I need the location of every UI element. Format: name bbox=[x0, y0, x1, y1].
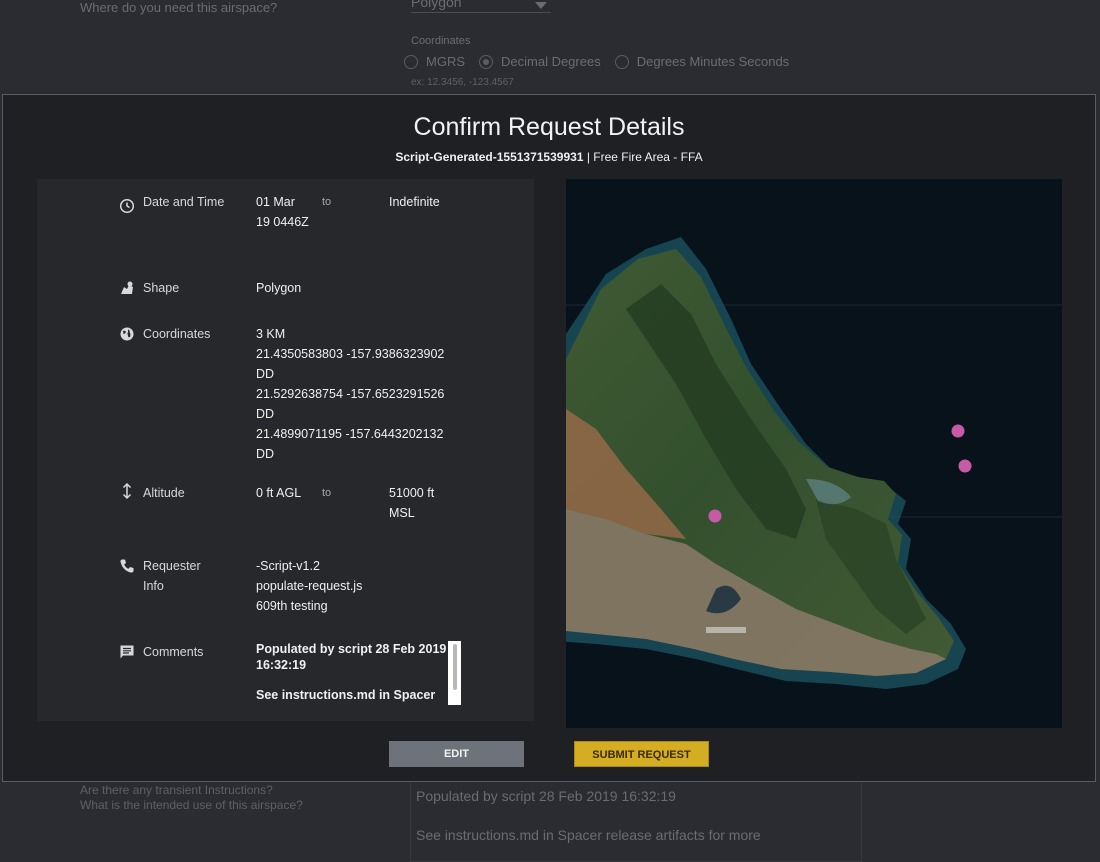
altitude-to: to bbox=[322, 487, 332, 499]
area-type: Free Fire Area - FFA bbox=[593, 150, 703, 164]
intended-use-question: What is the intended use of this airspac… bbox=[80, 798, 303, 812]
date-time-to: to bbox=[322, 196, 332, 208]
comments-scrollbar-thumb[interactable] bbox=[453, 644, 457, 690]
coordinate-point: 21.4350583803 -157.9386323902 DD bbox=[256, 347, 445, 381]
altitude-arrows-icon bbox=[122, 483, 132, 499]
radio-dms[interactable]: Degrees Minutes Seconds bbox=[614, 54, 790, 69]
globe-icon bbox=[120, 327, 134, 341]
chevron-down-icon bbox=[535, 2, 547, 9]
radio-circle-icon[interactable] bbox=[404, 54, 418, 69]
where-question: Where do you need this airspace? bbox=[80, 0, 278, 15]
shape-select-value: Polygon bbox=[411, 0, 462, 10]
coordinate-point: 21.4899071195 -157.6443202132 DD bbox=[256, 427, 444, 461]
coordinates-radius: 3 KM bbox=[256, 327, 286, 341]
radio-decimal-degrees[interactable]: Decimal Degrees bbox=[479, 54, 601, 69]
request-id: Script-Generated-1551371539931 bbox=[395, 150, 584, 164]
clock-icon bbox=[119, 198, 135, 214]
radio-circle-icon[interactable] bbox=[614, 54, 629, 69]
modal-subtitle: Script-Generated-1551371539931 | Free Fi… bbox=[3, 150, 1095, 164]
coordinate-marker[interactable] bbox=[958, 459, 972, 473]
coordinate-marker[interactable] bbox=[951, 424, 965, 438]
comments-text-line1: Populated by script 28 Feb 2019 16:32:19 bbox=[416, 788, 676, 804]
airport-runway bbox=[706, 627, 746, 633]
coordinate-format-radios: MGRS Decimal Degrees Degrees Minutes Sec… bbox=[404, 54, 795, 69]
radio-label-mgrs: MGRS bbox=[426, 54, 465, 69]
details-panel: Date and Time 01 Mar 19 0446Z to Indefin… bbox=[37, 179, 534, 721]
radio-circle-selected-icon[interactable] bbox=[479, 54, 493, 69]
coordinate-example-hint: ex: 12.3456, -123.4567 bbox=[411, 77, 514, 88]
coordinate-marker[interactable] bbox=[708, 509, 722, 523]
altitude-min: 0 ft AGL bbox=[256, 486, 302, 500]
edit-button[interactable]: EDIT bbox=[389, 741, 524, 767]
date-time-start: 01 Mar 19 0446Z bbox=[256, 195, 309, 229]
altitude-max: 51000 ft MSL bbox=[389, 486, 435, 520]
date-time-label: Date and Time bbox=[143, 195, 225, 209]
shape-value: Polygon bbox=[256, 281, 302, 295]
date-time-end: Indefinite bbox=[389, 195, 440, 209]
comments-scroll-box[interactable]: Populated by script 28 Feb 2019 16:32:19… bbox=[256, 641, 461, 705]
submit-request-button[interactable]: SUBMIT REQUEST bbox=[574, 741, 709, 767]
comments-line2: See instructions.md in Spacer bbox=[256, 688, 436, 702]
coordinate-point: 21.5292638754 -157.6523291526 DD bbox=[256, 387, 445, 421]
modal-title: Confirm Request Details bbox=[413, 113, 685, 141]
shape-label: Shape bbox=[143, 281, 180, 295]
comment-icon bbox=[120, 645, 134, 659]
requester-values: -Script-v1.2 populate-request.js 609th t… bbox=[256, 556, 446, 616]
altitude-label: Altitude bbox=[143, 486, 185, 500]
requester-label: Requester Info bbox=[143, 559, 201, 593]
map-canvas bbox=[566, 179, 1062, 728]
subtitle-separator: | bbox=[583, 150, 594, 164]
confirm-request-modal: Confirm Request Details Script-Generated… bbox=[2, 94, 1096, 782]
phone-icon bbox=[120, 559, 134, 573]
requester-line: 609th testing bbox=[256, 599, 328, 613]
coordinates-label: Coordinates bbox=[143, 327, 211, 341]
shape-select[interactable]: Polygon bbox=[411, 0, 551, 13]
radio-label-dms: Degrees Minutes Seconds bbox=[636, 54, 790, 69]
comments-text-line2: See instructions.md in Spacer release ar… bbox=[416, 827, 761, 843]
requester-line: populate-request.js bbox=[256, 579, 363, 593]
transient-question: Are there any transient Instructions? bbox=[80, 783, 273, 797]
radio-label-decimal-degrees: Decimal Degrees bbox=[501, 54, 601, 69]
coordinates-values: 3 KM 21.4350583803 -157.9386323902 DD 21… bbox=[256, 324, 446, 464]
comments-label: Comments bbox=[143, 645, 204, 659]
satellite-map[interactable] bbox=[566, 179, 1062, 728]
requester-line: -Script-v1.2 bbox=[256, 559, 320, 573]
comments-line1: Populated by script 28 Feb 2019 16:32:19 bbox=[256, 642, 447, 672]
shapes-icon bbox=[121, 281, 133, 294]
radio-mgrs[interactable]: MGRS bbox=[404, 54, 465, 69]
coordinates-label: Coordinates bbox=[411, 35, 471, 47]
